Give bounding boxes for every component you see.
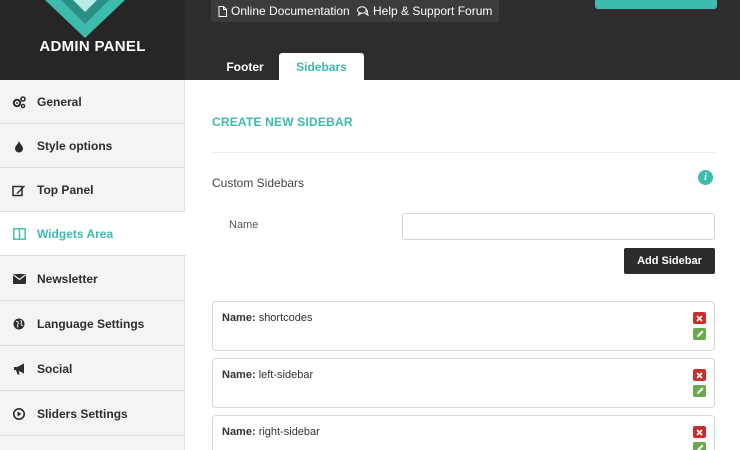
sidebar-name: left-sidebar (258, 369, 314, 381)
sidebar-item-label: Style options (37, 139, 113, 153)
sidebar-name: shortcodes (258, 312, 313, 324)
sidebar-card-text: Name: shortcodes (222, 312, 313, 324)
tab-sidebars-label: Sidebars (296, 59, 347, 74)
sidebar-card: Name: right-sidebar (212, 415, 715, 450)
top-header: ADMIN PANEL Online Documentation Help & … (0, 0, 740, 80)
sidebar-item-label: Newsletter (37, 272, 98, 286)
delete-icon[interactable] (693, 369, 706, 381)
sidebar-item-widgets-area[interactable]: Widgets Area (0, 212, 186, 256)
name-prefix: Name: (222, 369, 256, 381)
save-button[interactable] (595, 0, 717, 9)
edit-icon[interactable] (693, 385, 706, 397)
name-label: Name (229, 219, 259, 231)
tab-sidebars[interactable]: Sidebars (279, 53, 364, 80)
sidebar-item-language-settings[interactable]: Language Settings (0, 302, 185, 346)
name-prefix: Name: (222, 312, 256, 324)
delete-icon[interactable] (693, 312, 706, 324)
edit-icon[interactable] (693, 328, 706, 340)
columns-icon (12, 227, 26, 241)
sidebar-item-sliders-settings[interactable]: Sliders Settings (0, 392, 185, 436)
gears-icon (12, 95, 26, 109)
sidebar-item-label: Top Panel (37, 183, 94, 197)
sidebar-item-label: Social (37, 362, 73, 376)
online-documentation-label: Online Documentation (231, 4, 350, 18)
sidebar-item-style-options[interactable]: Style options (0, 124, 185, 168)
sidebar-item-label: General (37, 95, 82, 109)
envelope-icon (12, 272, 26, 286)
delete-icon[interactable] (693, 426, 706, 438)
chat-icon (357, 6, 369, 16)
sidebar-card-text: Name: left-sidebar (222, 369, 313, 381)
sidebar-item-social[interactable]: Social (0, 347, 185, 391)
info-icon[interactable]: i (698, 170, 713, 185)
help-support-forum-link[interactable]: Help & Support Forum (350, 0, 500, 22)
droplet-icon (12, 139, 26, 153)
sidebar-item-label: Language Settings (37, 317, 145, 331)
sidebar-item-top-panel[interactable]: Top Panel (0, 168, 185, 212)
divider (212, 152, 715, 153)
online-documentation-link[interactable]: Online Documentation (211, 0, 357, 22)
globe-icon (12, 317, 26, 331)
sidebar-item-label: Sliders Settings (37, 407, 128, 421)
play-circle-icon (12, 407, 26, 421)
custom-sidebars-label: Custom Sidebars (212, 176, 305, 190)
sidebar-nav: General Style options Top Panel Widgets … (0, 80, 186, 450)
sidebar-card: Name: shortcodes (212, 301, 715, 351)
admin-logo (45, 0, 125, 38)
tab-footer-label: Footer (226, 59, 264, 74)
sidebar-card-text: Name: right-sidebar (222, 426, 320, 438)
bullhorn-icon (12, 362, 26, 376)
section-title: CREATE NEW SIDEBAR (212, 115, 353, 129)
sidebar-name-input[interactable] (402, 213, 715, 240)
document-icon (218, 5, 227, 17)
sidebar-name: right-sidebar (258, 426, 320, 438)
tab-footer[interactable]: Footer (212, 53, 278, 80)
sidebar-item-label: Widgets Area (37, 227, 114, 241)
brand-name: ADMIN PANEL (39, 38, 146, 55)
sidebar-card: Name: left-sidebar (212, 358, 715, 408)
edit-icon (12, 183, 26, 197)
help-support-forum-label: Help & Support Forum (373, 4, 493, 18)
add-sidebar-button[interactable]: Add Sidebar (624, 248, 715, 274)
sidebar-item-newsletter[interactable]: Newsletter (0, 257, 185, 301)
name-prefix: Name: (222, 426, 256, 438)
brand: ADMIN PANEL (0, 0, 185, 80)
edit-icon[interactable] (693, 442, 706, 450)
sidebar-item-general[interactable]: General (0, 80, 185, 124)
